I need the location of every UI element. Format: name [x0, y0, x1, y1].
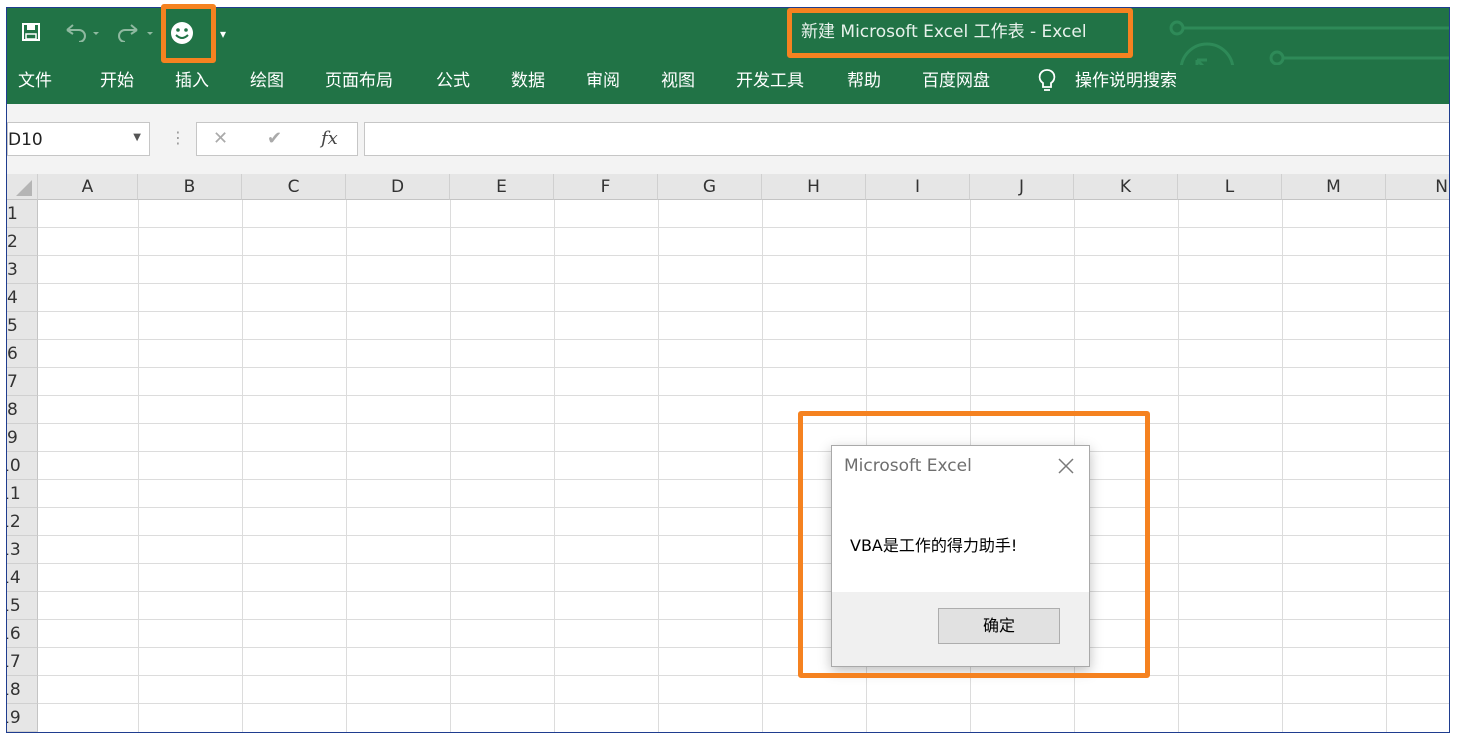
column-header[interactable]: H — [762, 174, 866, 200]
row-header[interactable]: 18 — [7, 676, 38, 704]
tab-home[interactable]: 开始 — [100, 70, 134, 92]
enter-icon[interactable]: ✔ — [267, 128, 282, 149]
grid-line — [38, 479, 1449, 480]
row-header[interactable]: 15 — [7, 592, 38, 620]
lightbulb-icon[interactable] — [1037, 68, 1057, 100]
grid-line — [138, 200, 139, 732]
grid-line — [242, 200, 243, 732]
row-header[interactable]: 4 — [7, 284, 38, 312]
cancel-icon[interactable]: ✕ — [213, 128, 228, 149]
row-header[interactable]: 14 — [7, 564, 38, 592]
tab-formulas[interactable]: 公式 — [436, 70, 470, 92]
tab-baidu-netdisk[interactable]: 百度网盘 — [922, 70, 990, 92]
undo-icon[interactable] — [63, 22, 101, 47]
highlight-box-title — [787, 8, 1133, 58]
highlight-box-qat — [161, 4, 216, 63]
name-box[interactable]: D10 ▼ — [7, 122, 150, 156]
grid-line — [38, 563, 1449, 564]
grid-line — [38, 619, 1449, 620]
column-header[interactable]: K — [1074, 174, 1178, 200]
ribbon — [7, 65, 1449, 104]
column-header[interactable]: M — [1282, 174, 1386, 200]
grid-line — [38, 647, 1449, 648]
row-header[interactable]: 13 — [7, 536, 38, 564]
formula-buttons: ✕ ✔ fx — [196, 122, 358, 156]
tab-draw[interactable]: 绘图 — [250, 70, 284, 92]
row-header[interactable]: 10 — [7, 452, 38, 480]
grid-line — [38, 283, 1449, 284]
row-header[interactable]: 12 — [7, 508, 38, 536]
grid-line — [38, 311, 1449, 312]
worksheet-grid[interactable]: A B C D E F G H I J K L M N 1 2 3 4 5 6 … — [7, 174, 1449, 732]
row-header[interactable]: 8 — [7, 396, 38, 424]
tab-review[interactable]: 审阅 — [586, 70, 620, 92]
highlight-box-dialog — [798, 411, 1150, 678]
row-header[interactable]: 3 — [7, 256, 38, 284]
row-header[interactable]: 17 — [7, 648, 38, 676]
grid-line — [1178, 200, 1179, 732]
grid-line — [1386, 200, 1387, 732]
column-header[interactable]: F — [554, 174, 658, 200]
grid-line — [38, 395, 1449, 396]
grip-icon: ⋮ — [170, 128, 186, 147]
row-header[interactable]: 16 — [7, 620, 38, 648]
grid-line — [38, 507, 1449, 508]
tell-me-search[interactable]: 操作说明搜索 — [1075, 70, 1177, 92]
grid-line — [1282, 200, 1283, 732]
tab-insert[interactable]: 插入 — [175, 70, 209, 92]
tab-file[interactable]: 文件 — [18, 70, 52, 92]
grid-line — [38, 255, 1449, 256]
save-icon[interactable] — [21, 22, 41, 47]
row-header[interactable]: 6 — [7, 340, 38, 368]
redo-icon[interactable] — [115, 22, 155, 47]
customize-qat-icon[interactable]: ▾ — [220, 24, 226, 44]
chevron-down-icon[interactable]: ▼ — [133, 132, 141, 143]
column-header[interactable]: E — [450, 174, 554, 200]
grid-line — [38, 451, 1449, 452]
grid-line — [554, 200, 555, 732]
grid-line — [762, 200, 763, 732]
excel-window: ▾ 新建 Microsoft Excel 工作表 - Excel 文件 开始 插… — [6, 7, 1450, 733]
column-header[interactable]: G — [658, 174, 762, 200]
grid-line — [38, 423, 1449, 424]
tab-developer[interactable]: 开发工具 — [736, 70, 804, 92]
select-all-corner[interactable] — [7, 174, 38, 200]
column-header[interactable]: D — [346, 174, 450, 200]
grid-line — [38, 591, 1449, 592]
row-header[interactable]: 7 — [7, 368, 38, 396]
column-header[interactable]: N — [1386, 174, 1449, 200]
column-header[interactable]: L — [1178, 174, 1282, 200]
name-box-value: D10 — [8, 130, 43, 150]
title-bar: ▾ 新建 Microsoft Excel 工作表 - Excel — [7, 8, 1449, 104]
grid-line — [38, 675, 1449, 676]
tab-page-layout[interactable]: 页面布局 — [325, 70, 393, 92]
tab-help[interactable]: 帮助 — [847, 70, 881, 92]
grid-line — [38, 703, 1449, 704]
row-header[interactable]: 2 — [7, 228, 38, 256]
grid-line — [38, 367, 1449, 368]
tab-view[interactable]: 视图 — [661, 70, 695, 92]
row-header[interactable]: 11 — [7, 480, 38, 508]
grid-line — [658, 200, 659, 732]
row-header[interactable]: 19 — [7, 704, 38, 732]
column-header[interactable]: B — [138, 174, 242, 200]
grid-line — [38, 339, 1449, 340]
tab-data[interactable]: 数据 — [511, 70, 545, 92]
column-header[interactable]: A — [38, 174, 138, 200]
grid-line — [450, 200, 451, 732]
row-header[interactable]: 1 — [7, 200, 38, 228]
column-header[interactable]: I — [866, 174, 970, 200]
column-header[interactable]: J — [970, 174, 1074, 200]
insert-function-icon[interactable]: fx — [321, 128, 338, 149]
grid-line — [38, 535, 1449, 536]
grid-line — [38, 227, 1449, 228]
row-header[interactable]: 9 — [7, 424, 38, 452]
grid-line — [346, 200, 347, 732]
formula-input[interactable] — [364, 122, 1449, 156]
column-header[interactable]: C — [242, 174, 346, 200]
row-header[interactable]: 5 — [7, 312, 38, 340]
